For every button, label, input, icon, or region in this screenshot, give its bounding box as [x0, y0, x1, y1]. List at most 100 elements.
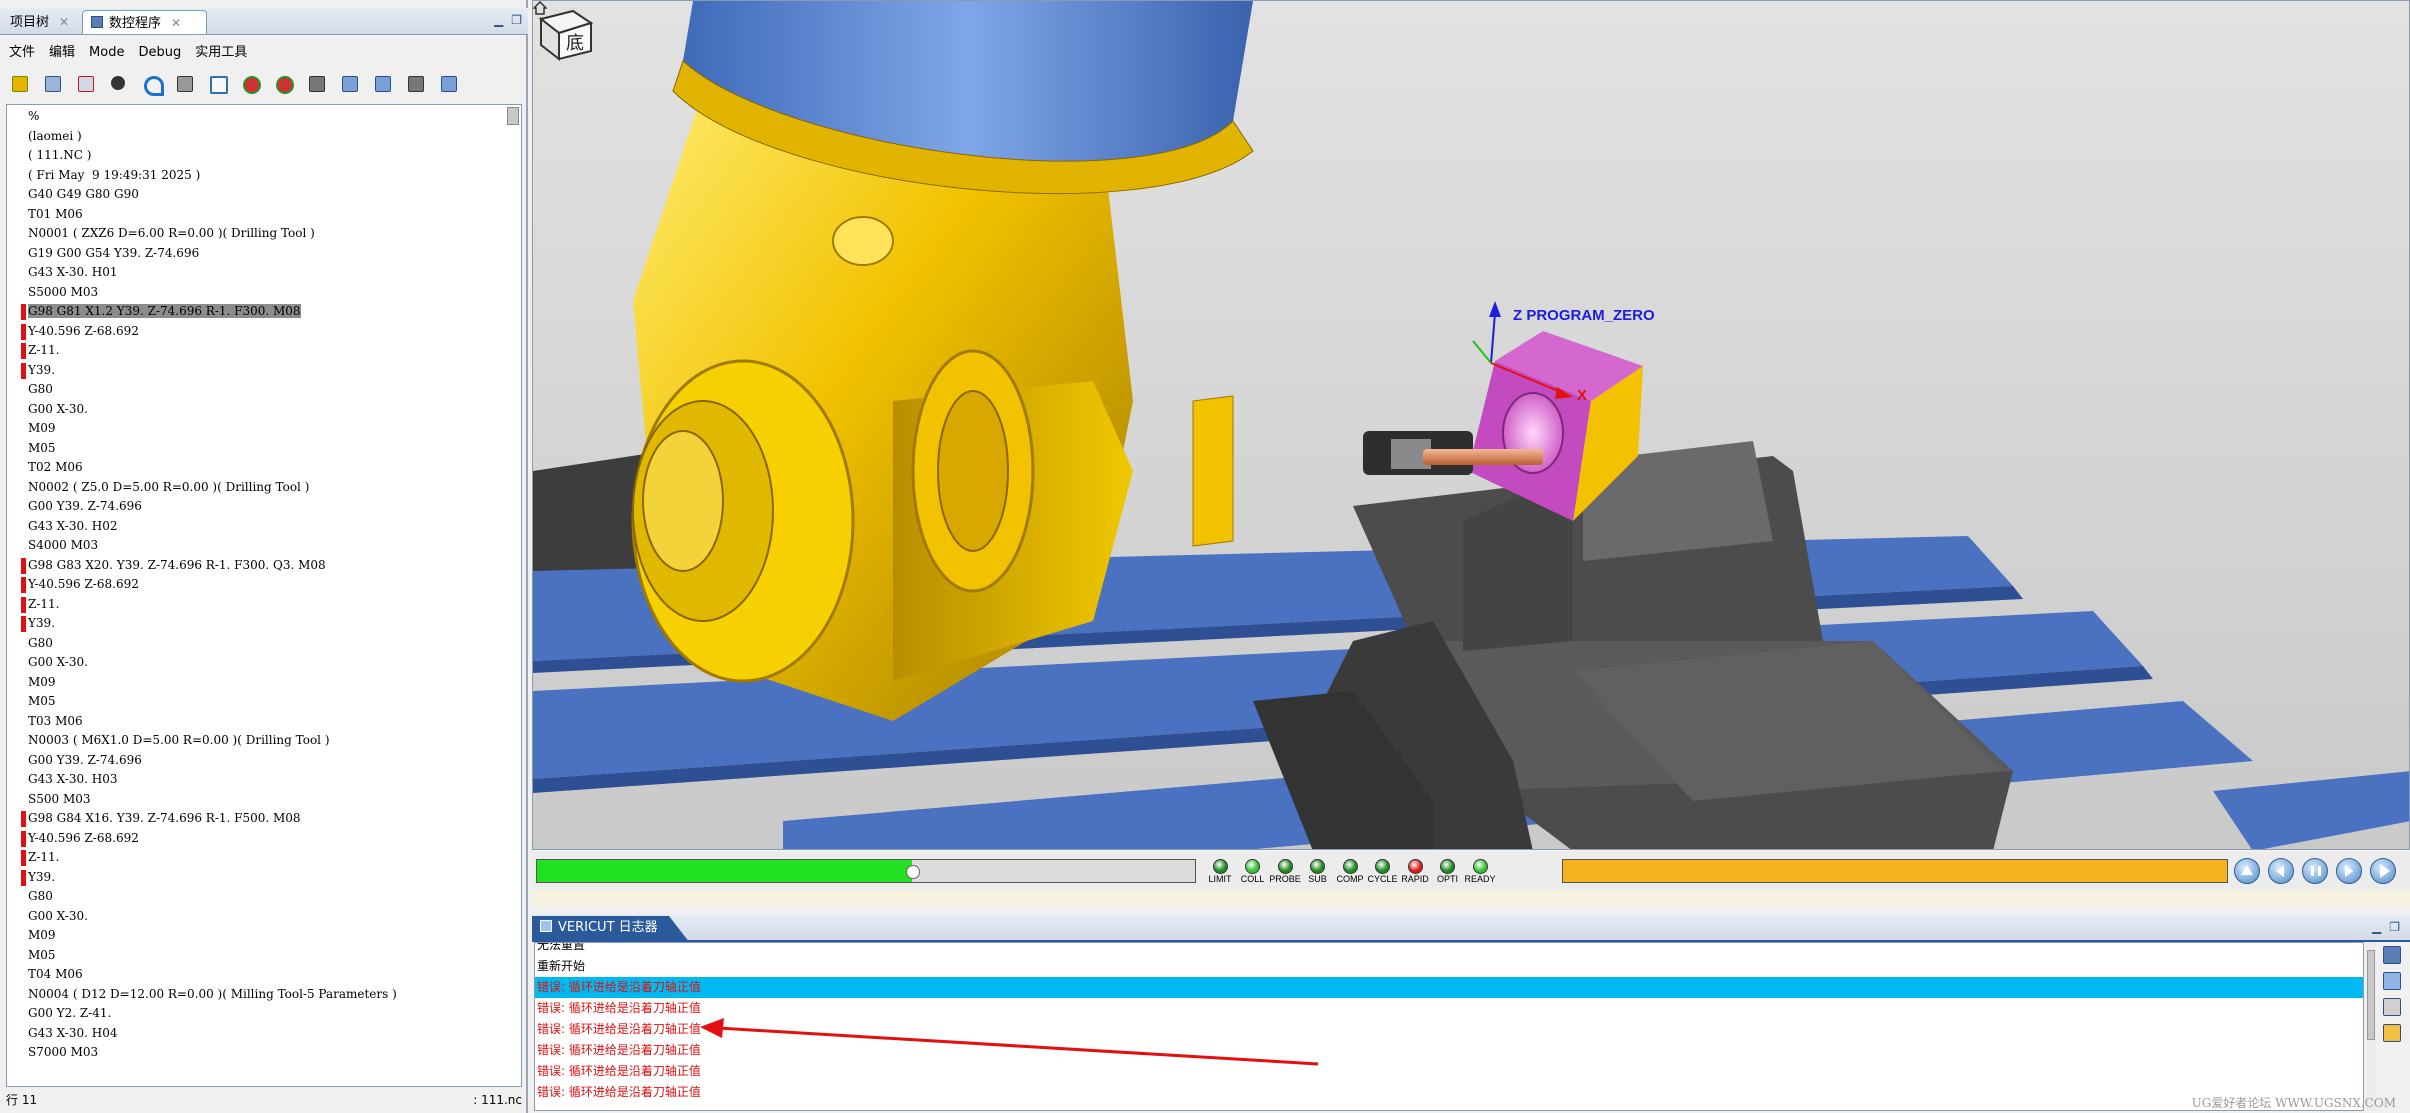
3d-viewport[interactable]: Z PROGRAM_ZERO X 底 [532, 0, 2410, 850]
code-line[interactable]: G43 X-30. H03 [7, 770, 507, 790]
log-output[interactable]: 无法重置 重新开始 错误: 循环进给是沿着刀轴正值 错误: 循环进给是沿着刀轴正值 错误… [534, 942, 2364, 1111]
code-line[interactable]: N0002 ( Z5.0 D=5.00 R=0.00 )( Drilling T… [7, 478, 507, 498]
next-block-icon[interactable] [404, 72, 428, 96]
tab-vericut-logger[interactable]: VERICUT 日志器 [532, 916, 688, 940]
log-line[interactable]: 错误: 循环进给是沿着刀轴正值 [535, 1082, 2363, 1103]
undo-icon[interactable] [140, 72, 164, 96]
menu-file[interactable]: 文件 [4, 42, 40, 64]
log-line[interactable]: 错误: 循环进给是沿着刀轴正值 [535, 998, 2363, 1019]
code-line[interactable]: ( 111.NC ) [7, 146, 507, 166]
shield-icon[interactable] [2383, 972, 2401, 990]
code-line[interactable]: (laomei ) [7, 127, 507, 147]
code-line[interactable]: G80 [7, 887, 507, 907]
code-line[interactable]: N0001 ( ZXZ6 D=6.00 R=0.00 )( Drilling T… [7, 224, 507, 244]
code-line[interactable]: M09 [7, 673, 507, 693]
minimize-icon[interactable]: ▁ [2372, 920, 2381, 934]
code-line[interactable]: M05 [7, 946, 507, 966]
menu-utilities[interactable]: 实用工具 [190, 42, 252, 64]
code-line[interactable]: G40 G49 G80 G90 [7, 185, 507, 205]
code-line[interactable]: M05 [7, 439, 507, 459]
restore-icon[interactable]: ❐ [2389, 920, 2400, 934]
code-line[interactable]: M09 [7, 926, 507, 946]
scrollbar[interactable] [507, 107, 519, 125]
home-icon[interactable] [533, 1, 547, 15]
filter-icon[interactable] [2383, 998, 2401, 1016]
code-line[interactable]: Z-11. [7, 848, 507, 868]
breakpoint-clear-icon[interactable] [272, 72, 296, 96]
log-line[interactable]: 错误: 循环进给是沿着刀轴正值 [535, 1040, 2363, 1061]
code-line[interactable]: Y39. [7, 868, 507, 888]
code-line[interactable]: S500 M03 [7, 790, 507, 810]
code-line[interactable]: Y39. [7, 361, 507, 381]
tab-nc-program[interactable]: 数控程序 ✕ [82, 10, 207, 34]
restore-icon[interactable]: ❐ [511, 13, 522, 27]
rewind-button[interactable] [2268, 858, 2294, 884]
log-scrollbar-thumb[interactable] [2367, 950, 2375, 1040]
code-line[interactable]: Y-40.596 Z-68.692 [7, 322, 507, 342]
play-button[interactable] [2370, 858, 2396, 884]
code-line[interactable]: % [7, 107, 507, 127]
log-line[interactable]: 错误: 循环进给是沿着刀轴正值 [535, 977, 2363, 998]
code-line[interactable]: Y-40.596 Z-68.692 [7, 829, 507, 849]
step-icon[interactable] [305, 72, 329, 96]
split-view-icon[interactable] [206, 72, 230, 96]
edit-program-icon[interactable] [74, 72, 98, 96]
code-line[interactable]: Z-11. [7, 595, 507, 615]
code-line[interactable]: G80 [7, 380, 507, 400]
find-binoculars-icon[interactable] [107, 72, 131, 96]
code-line[interactable]: G00 X-30. [7, 907, 507, 927]
code-line[interactable]: ( Fri May 9 19:49:31 2025 ) [7, 166, 507, 186]
code-line[interactable]: Y-40.596 Z-68.692 [7, 575, 507, 595]
code-line[interactable]: G00 X-30. [7, 653, 507, 673]
reset-button[interactable] [2234, 858, 2260, 884]
tab-project-tree[interactable]: 项目树 ✕ [2, 10, 80, 34]
animation-speed-slider[interactable] [1562, 859, 2228, 883]
code-line[interactable]: T04 M06 [7, 965, 507, 985]
pause-button[interactable] [2302, 858, 2328, 884]
nc-code-editor[interactable]: % (laomei ) ( 111.NC ) ( Fri May 9 19:49:31… [6, 104, 522, 1087]
code-line[interactable]: S4000 M03 [7, 536, 507, 556]
code-line[interactable]: Z-11. [7, 341, 507, 361]
code-line[interactable]: G00 Y39. Z-74.696 [7, 497, 507, 517]
menu-edit[interactable]: 编辑 [44, 42, 80, 64]
simulation-progress-bar[interactable] [536, 859, 1196, 883]
code-line[interactable]: G19 G00 G54 Y39. Z-74.696 [7, 244, 507, 264]
code-line[interactable]: T03 M06 [7, 712, 507, 732]
log-line[interactable]: 重新开始 [535, 956, 2363, 977]
close-icon[interactable]: ✕ [59, 15, 69, 29]
breakpoint-icon[interactable] [239, 72, 263, 96]
code-line[interactable]: G00 Y39. Z-74.696 [7, 751, 507, 771]
progress-thumb[interactable] [906, 865, 921, 879]
code-line[interactable]: G43 X-30. H04 [7, 1024, 507, 1044]
code-line[interactable]: G80 [7, 634, 507, 654]
code-line[interactable]: N0003 ( M6X1.0 D=5.00 R=0.00 )( Drilling… [7, 731, 507, 751]
single-step-button[interactable] [2336, 858, 2362, 884]
code-line[interactable]: M09 [7, 419, 507, 439]
code-line[interactable]: T01 M06 [7, 205, 507, 225]
go-to-block-icon[interactable] [371, 72, 395, 96]
code-line[interactable]: G00 Y2. Z-41. [7, 1004, 507, 1024]
refresh-icon[interactable] [437, 72, 461, 96]
clear-log-icon[interactable] [2383, 1024, 2401, 1042]
menu-mode[interactable]: Mode [84, 42, 129, 64]
code-line[interactable]: M05 [7, 692, 507, 712]
close-icon[interactable]: ✕ [171, 16, 181, 30]
code-line[interactable]: G98 G84 X16. Y39. Z-74.696 R-1. F500. M0… [7, 809, 507, 829]
code-line[interactable]: N0004 ( D12 D=12.00 R=0.00 )( Milling To… [7, 985, 507, 1005]
code-line[interactable]: G43 X-30. H01 [7, 263, 507, 283]
code-line[interactable]: S5000 M03 [7, 283, 507, 303]
code-line[interactable]: Y39. [7, 614, 507, 634]
code-line[interactable]: G98 G81 X1.2 Y39. Z-74.696 R-1. F300. M0… [7, 302, 507, 322]
menu-debug[interactable]: Debug [133, 42, 186, 64]
code-line[interactable]: G43 X-30. H02 [7, 517, 507, 537]
print-icon[interactable] [173, 72, 197, 96]
code-line[interactable]: T02 M06 [7, 458, 507, 478]
code-line[interactable]: S7000 M03 [7, 1043, 507, 1063]
log-line[interactable]: 无法重置 [535, 943, 2363, 956]
log-line[interactable]: 错误: 循环进给是沿着刀轴正值 [535, 1061, 2363, 1082]
save-program-icon[interactable] [41, 72, 65, 96]
code-line[interactable]: G00 X-30. [7, 400, 507, 420]
go-to-line-icon[interactable] [338, 72, 362, 96]
log-line[interactable]: 错误: 循环进给是沿着刀轴正值 [535, 1019, 2363, 1040]
minimize-icon[interactable]: ▁ [494, 13, 503, 27]
